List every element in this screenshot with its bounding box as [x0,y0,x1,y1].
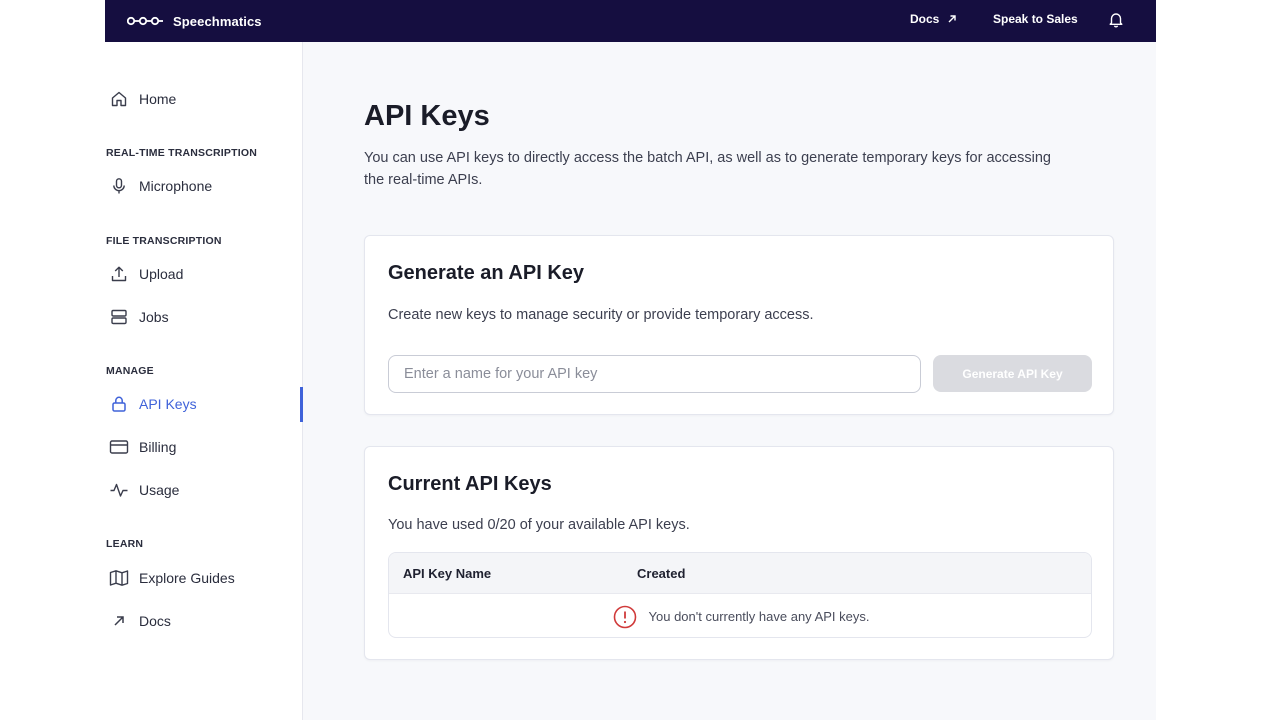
speak-to-sales-label: Speak to Sales [993,12,1078,26]
brand-name: Speechmatics [173,13,262,29]
api-keys-table: API Key Name Created You don't currently… [388,552,1092,638]
map-icon [109,568,129,588]
sidebar-item-label: Usage [139,482,180,498]
section-label-realtime: REAL-TIME TRANSCRIPTION [106,147,258,159]
alert-circle-icon [613,605,637,629]
credit-card-icon [109,437,129,457]
upload-icon [109,264,129,284]
top-docs-link[interactable]: Docs [910,12,957,26]
table-empty-state: You don't currently have any API keys. [389,594,1091,637]
sidebar-item-microphone[interactable]: Microphone [109,174,299,198]
sidebar-item-label: Docs [139,613,171,629]
generate-card-subtitle: Create new keys to manage security or pr… [388,307,814,323]
active-nav-indicator [300,387,303,422]
column-header-created: Created [637,566,686,581]
generate-api-key-button[interactable]: Generate API Key [933,355,1092,392]
sidebar-item-label: Jobs [139,309,169,325]
section-label-file: FILE TRANSCRIPTION [106,235,222,247]
table-header: API Key Name Created [389,553,1091,594]
sidebar-item-label: Upload [139,266,184,282]
server-stack-icon [109,307,129,327]
sidebar-item-label: Home [139,91,177,107]
sidebar-item-explore-guides[interactable]: Explore Guides [109,566,299,590]
generate-card-title: Generate an API Key [388,262,585,284]
page-title: API Keys [364,100,490,132]
microphone-icon [109,176,129,196]
key-usage-text: You have used 0/20 of your available API… [388,517,690,533]
external-arrow-icon [947,14,957,24]
sidebar-item-docs[interactable]: Docs [109,609,299,633]
speechmatics-logo-icon [127,16,167,26]
sidebar-item-jobs[interactable]: Jobs [109,305,299,329]
api-key-name-input[interactable] [388,355,921,393]
empty-state-message: You don't currently have any API keys. [648,609,870,624]
external-arrow-icon [109,611,129,631]
sidebar-item-billing[interactable]: Billing [109,435,299,459]
notifications-bell-icon[interactable] [1108,11,1124,28]
main-content: API Keys You can use API keys to directl… [304,42,1156,720]
brand-logo[interactable]: Speechmatics [127,12,262,30]
section-label-manage: MANAGE [106,365,154,377]
sidebar-item-upload[interactable]: Upload [109,262,299,286]
sidebar: Home REAL-TIME TRANSCRIPTION Microphone … [105,42,303,720]
home-icon [109,89,129,109]
top-docs-label: Docs [910,12,940,26]
generate-key-card: Generate an API Key Create new keys to m… [364,235,1114,415]
current-keys-card: Current API Keys You have used 0/20 of y… [364,446,1114,660]
current-card-title: Current API Keys [388,473,552,495]
top-bar: Speechmatics Docs Speak to Sales [105,0,1156,42]
app-window: Speechmatics Docs Speak to Sales Home RE [105,0,1156,720]
sidebar-item-home[interactable]: Home [109,87,299,111]
sidebar-item-api-keys[interactable]: API Keys [109,392,299,416]
activity-icon [109,480,129,500]
section-label-learn: LEARN [106,538,144,550]
sidebar-item-label: Explore Guides [139,570,235,586]
column-header-name: API Key Name [403,566,492,581]
sidebar-item-usage[interactable]: Usage [109,478,299,502]
page-description: You can use API keys to directly access … [364,150,1051,188]
lock-icon [109,394,129,414]
speak-to-sales-link[interactable]: Speak to Sales [993,12,1078,26]
sidebar-item-label: Billing [139,439,177,455]
sidebar-item-label: API Keys [139,396,197,412]
sidebar-item-label: Microphone [139,178,213,194]
